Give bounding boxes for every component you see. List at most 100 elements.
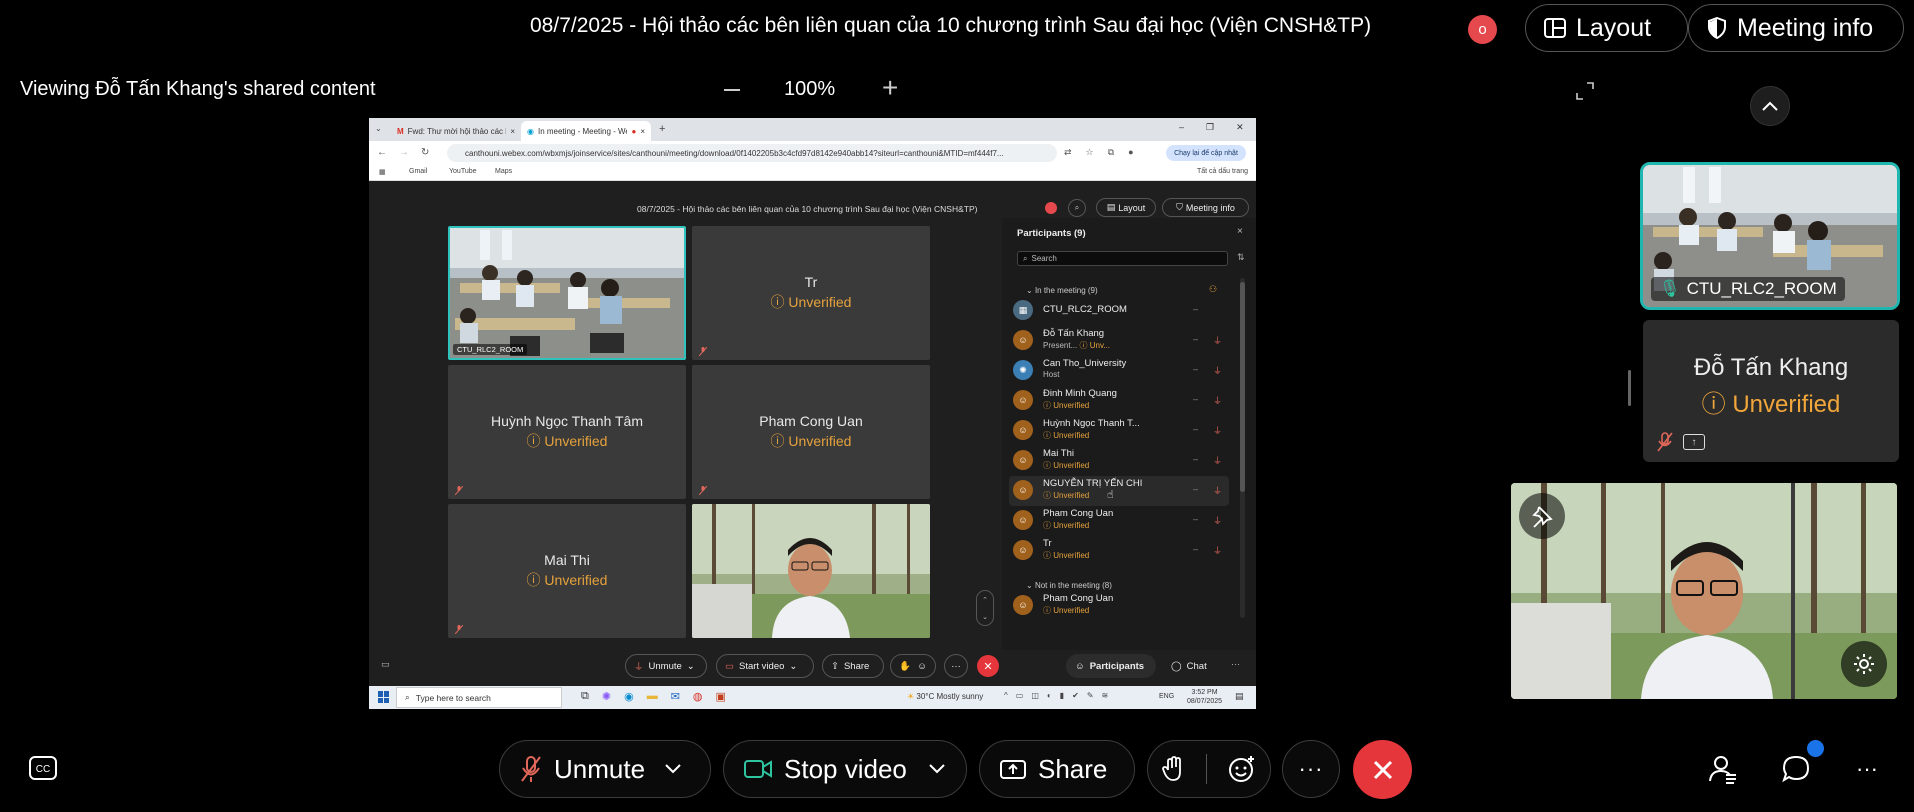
close-window-icon[interactable]: ✕ [1236, 122, 1244, 133]
tray-chevron-icon[interactable]: ^ [1004, 691, 1008, 700]
panel-search-input[interactable]: ⌕ Search [1017, 251, 1228, 266]
inner-start-video-button[interactable]: ▭ Start video ⌄ [716, 654, 814, 678]
participant-row[interactable]: ☺ Tr ⓘ Unverified – ⏚ [1009, 536, 1229, 566]
inner-reactions-group[interactable]: ✋ ☺ [890, 654, 936, 678]
unmute-button[interactable]: Unmute [499, 740, 711, 798]
profile-icon[interactable]: ● [1128, 147, 1133, 158]
zoom-out-button[interactable] [722, 78, 742, 102]
inner-unmute-button[interactable]: ⏚ Unmute ⌄ [625, 654, 707, 678]
participant-row[interactable]: ☺ Đinh Minh Quang ⓘ Unverified – ⏚ [1009, 386, 1229, 416]
participant-row[interactable]: ✺ Can Tho_University Host – ⏚ [1009, 356, 1229, 386]
file-explorer-icon[interactable]: ▬ [647, 690, 658, 703]
minimize-icon[interactable]: – [1179, 122, 1184, 133]
video-tile-mai-thi[interactable]: Mai Thi ⓘ Unverified [448, 504, 686, 638]
video-tile-cong-uan[interactable]: Pham Cong Uan ⓘ Unverified [692, 365, 930, 499]
collapse-button[interactable] [1750, 86, 1790, 126]
inner-panel-more-icon[interactable]: ··· [1231, 659, 1240, 669]
sort-icon[interactable]: ⇅ [1237, 252, 1245, 263]
meeting-info-button[interactable]: Meeting info [1688, 4, 1904, 52]
chevron-up-icon[interactable]: ⌃ [982, 596, 988, 604]
address-bar[interactable]: canthouni.webex.com/wbxmjs/joinservice/s… [447, 144, 1057, 162]
participants-panel-button[interactable] [1706, 752, 1740, 786]
start-icon[interactable] [378, 691, 390, 703]
room-self-tile[interactable]: 🎙︎ CTU_RLC2_ROOM [1640, 162, 1900, 310]
bookmark-maps[interactable]: Maps [495, 168, 512, 175]
inner-captions-icon[interactable]: ▭ [381, 659, 390, 670]
captions-button[interactable]: CC [28, 755, 58, 781]
taskbar-apps[interactable]: ⧉ ✺ ◉ ▬ ✉ ◍ ▣ [581, 690, 726, 703]
close-icon[interactable]: × [640, 127, 645, 136]
chevron-down-icon[interactable]: ⌄ [982, 613, 988, 621]
apps-icon[interactable]: ▦ [379, 168, 386, 176]
video-tile-presenter[interactable] [692, 504, 930, 638]
task-view-icon[interactable]: ⧉ [581, 690, 589, 703]
participant-row[interactable]: ▦ CTU_RLC2_ROOM – [1009, 296, 1229, 326]
chrome-icon[interactable]: ◍ [693, 690, 703, 703]
copilot-icon[interactable]: ✺ [602, 690, 611, 703]
chat-panel-button[interactable] [1779, 740, 1824, 786]
tab-search-icon[interactable]: ⌄ [375, 124, 382, 133]
forward-icon[interactable]: → [399, 147, 409, 158]
inner-more-button[interactable]: ··· [944, 654, 968, 678]
close-icon[interactable]: × [510, 127, 515, 136]
more-options-button[interactable]: ··· [1282, 740, 1340, 798]
video-tile-tr[interactable]: Tr ⓘ Unverified [692, 226, 930, 360]
inner-participants-button[interactable]: ☺ Participants [1066, 654, 1156, 678]
bookmark-youtube[interactable]: YouTube [449, 168, 477, 175]
inner-end-call-button[interactable]: ✕ [977, 655, 999, 677]
add-participant-icon[interactable]: ⚇ [1209, 284, 1217, 295]
recording-indicator[interactable]: o [1468, 15, 1497, 44]
translate-icon[interactable]: ⇄ [1064, 147, 1072, 158]
settings-button[interactable] [1841, 641, 1887, 687]
reactions-icon[interactable] [1228, 755, 1256, 783]
reload-icon[interactable]: ↻ [421, 147, 429, 158]
inner-search-icon[interactable]: ⌕ [1068, 199, 1086, 217]
scrollbar-thumb[interactable] [1240, 282, 1245, 492]
all-bookmarks[interactable]: Tất cả dấu trang [1197, 168, 1248, 175]
extensions-icon[interactable]: ⧉ [1108, 147, 1114, 158]
more-menu-button[interactable]: ··· [1852, 755, 1882, 783]
panel-close-icon[interactable]: × [1237, 226, 1243, 237]
fullscreen-icon[interactable] [1576, 82, 1594, 100]
window-controls[interactable]: – ❐ ✕ [1179, 122, 1244, 133]
weather-widget[interactable]: ☀ 30°C Mostly sunny [907, 692, 983, 701]
participant-row[interactable]: ☺ Huỳnh Ngọc Thanh T... ⓘ Unverified – ⏚ [1009, 416, 1229, 446]
participant-row[interactable]: ☺ Mai Thi ⓘ Unverified – ⏚ [1009, 446, 1229, 476]
bookmark-gmail[interactable]: Gmail [409, 168, 427, 175]
share-button[interactable]: Share [979, 740, 1135, 798]
language-indicator[interactable]: ENG [1159, 693, 1174, 700]
presenter-side-tile[interactable]: Đỗ Tấn Khang ⓘ Unverified ↑ [1643, 320, 1899, 462]
video-tile-thanh-tam[interactable]: Huỳnh Ngọc Thanh Tâm ⓘ Unverified [448, 365, 686, 499]
participant-row[interactable]: ☺ Pham Cong Uan ⓘ Unverified [1009, 591, 1229, 621]
raise-hand-icon[interactable]: ✋ [899, 661, 911, 672]
participant-row[interactable]: ☺ Pham Cong Uan ⓘ Unverified – ⏚ [1009, 506, 1229, 536]
inner-chat-button[interactable]: ◯ Chat [1162, 654, 1220, 678]
new-tab-icon[interactable]: + [659, 123, 665, 135]
not-in-meeting-header[interactable]: ⌄ Not in the meeting (8) [1026, 581, 1112, 590]
scroll-stepper[interactable]: ⌃ ⌄ [976, 590, 994, 626]
participant-row[interactable]: ☺ Đỗ Tấn Khang Present... ⓘ Unv... – ⏚ [1009, 326, 1229, 356]
back-icon[interactable]: ← [377, 147, 387, 158]
nav-buttons[interactable]: ← → ↻ [377, 147, 429, 158]
panel-resize-handle[interactable] [1628, 370, 1631, 406]
taskbar-search[interactable]: ⌕ Type here to search [396, 687, 562, 708]
panel-scrollbar[interactable] [1240, 278, 1245, 618]
pin-button[interactable] [1519, 493, 1565, 539]
leave-meeting-button[interactable] [1353, 740, 1412, 799]
powerpoint-icon[interactable]: ▣ [716, 690, 726, 703]
chevron-down-icon[interactable] [929, 764, 945, 774]
reactions-icon[interactable]: ☺ [917, 661, 927, 672]
browser-tab-gmail[interactable]: M Fwd: Thư mời hội thảo các bên × [391, 121, 521, 141]
inner-meeting-info-button[interactable]: ⛉ Meeting info [1162, 198, 1249, 217]
in-meeting-header[interactable]: ⌄ In the meeting (9) [1026, 286, 1098, 295]
edge-icon[interactable]: ◉ [624, 690, 634, 703]
browser-tab-webex[interactable]: ◉ In meeting - Meeting - Webe ● × [521, 121, 651, 141]
system-tray-icons[interactable]: ^ ▭ ◫ ◐ ▮ ✔ ✎ ≋ [1004, 691, 1108, 700]
star-icon[interactable]: ☆ [1086, 147, 1094, 158]
inner-layout-button[interactable]: ▤ Layout [1096, 198, 1156, 217]
outlook-icon[interactable]: ✉ [671, 690, 680, 703]
zoom-in-button[interactable]: + [882, 72, 898, 104]
self-view-video[interactable] [1511, 483, 1897, 699]
participant-row-hovered[interactable]: ☺ NGUYỄN TRỊ YẾN CHI ⓘ Unverified – ⏚ ☝ [1009, 476, 1229, 506]
restore-icon[interactable]: ❐ [1206, 122, 1214, 133]
